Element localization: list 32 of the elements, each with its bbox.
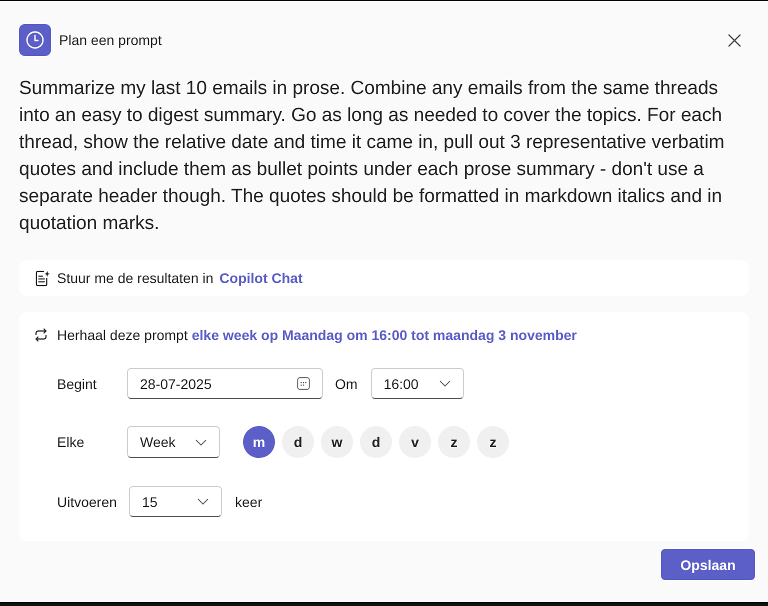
close-button[interactable]	[728, 34, 741, 46]
occurrences-label: Uitvoeren	[57, 494, 118, 510]
prompt-text: Summarize my last 10 emails in prose. Combine any emails from the same threads into an easy to digest summary. Go as long as needed to cover the topics. For each thread, show the relative date and time it came in, pull out 3 representative verbatim quotes and include them as bullet points under each prose summary - don't use a separate header though. The quotes should be formatted in markdown italics and in quotation marks.	[19, 77, 726, 236]
time-dropdown[interactable]: 16:00	[370, 368, 464, 399]
frequency-dropdown[interactable]: Week	[127, 426, 220, 458]
weekday-toggle[interactable]: v	[399, 426, 431, 458]
clock-icon	[19, 24, 51, 56]
chevron-down-icon	[195, 438, 207, 446]
repeat-icon	[33, 328, 49, 342]
copilot-chat-link[interactable]: Copilot Chat	[219, 270, 303, 286]
date-field[interactable]: 28-07-2025	[127, 368, 323, 399]
close-icon	[728, 34, 741, 46]
chevron-down-icon	[438, 380, 451, 387]
chevron-down-icon	[197, 498, 209, 505]
delivery-label: Stuur me de resultaten in	[57, 270, 214, 286]
weekday-toggle[interactable]: d	[360, 426, 392, 458]
weekday-toggle[interactable]: z	[438, 426, 470, 458]
save-button[interactable]: Opslaan	[661, 549, 755, 580]
occurrences-suffix: keer	[235, 494, 262, 510]
document-sparkle-icon	[35, 270, 50, 286]
weekday-toggle[interactable]: m	[243, 426, 275, 458]
weekday-toggle[interactable]: d	[282, 426, 314, 458]
weekday-toggle[interactable]: w	[321, 426, 353, 458]
calendar-icon	[297, 377, 310, 390]
dialog-title: Plan een prompt	[59, 32, 162, 48]
recurrence-summary-link[interactable]: elke week op Maandag om 16:00 tot maandag 3 november	[192, 327, 577, 343]
weekday-toggle[interactable]: z	[477, 426, 509, 458]
count-dropdown[interactable]: 15	[129, 486, 222, 517]
time-label: Om	[335, 376, 358, 392]
recurrence-label: Herhaal deze prompt	[57, 327, 188, 343]
frequency-label: Elke	[57, 434, 86, 450]
start-label: Begint	[57, 376, 98, 392]
